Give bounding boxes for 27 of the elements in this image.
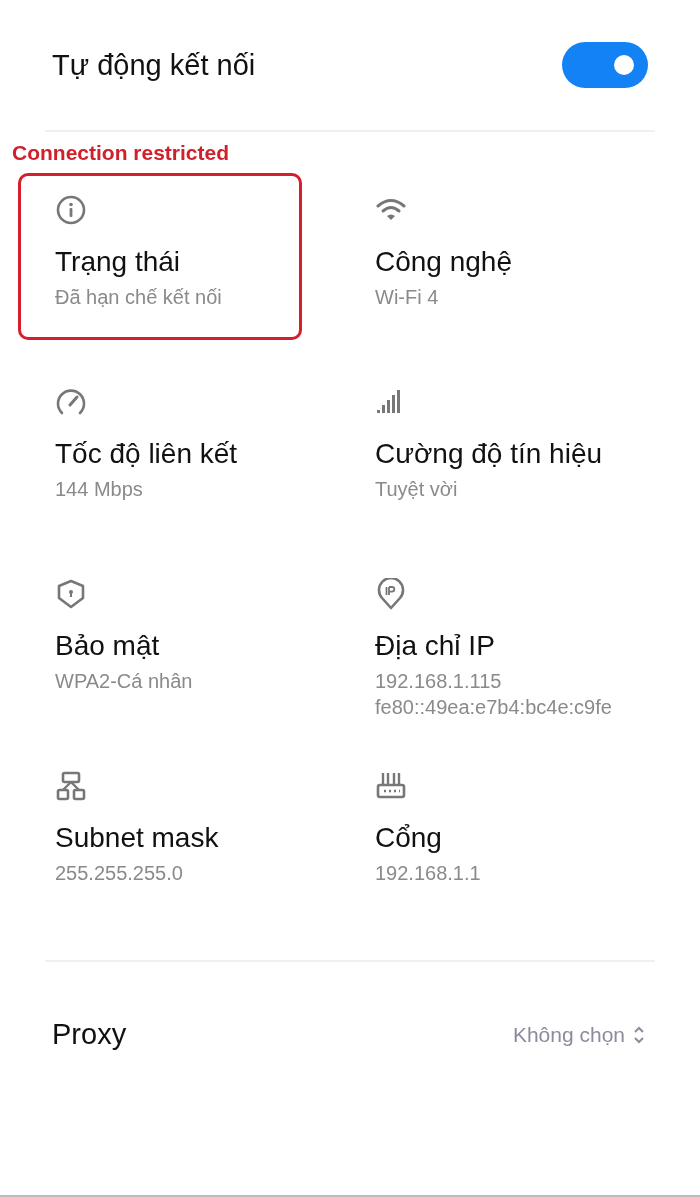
detail-title: Subnet mask bbox=[55, 821, 220, 855]
info-icon bbox=[55, 194, 87, 226]
detail-value: 255.255.255.0 bbox=[55, 861, 184, 886]
setting-label: Proxy bbox=[52, 1018, 127, 1051]
shield-icon bbox=[55, 578, 87, 610]
up-down-chevron-icon bbox=[633, 1024, 645, 1045]
detail-title: Tốc độ liên kết bbox=[55, 437, 239, 471]
detail-title: Cổng bbox=[375, 821, 443, 855]
detail-title: Công nghệ bbox=[375, 245, 513, 279]
setting-label: Tự động kết nối bbox=[52, 48, 256, 82]
detail-title: Trạng thái bbox=[55, 245, 182, 279]
proxy-dropdown[interactable]: Không chọn bbox=[512, 1022, 645, 1047]
detail-value: 192.168.1.115 bbox=[375, 669, 503, 694]
detail-value: WPA2-Cá nhân bbox=[55, 669, 194, 694]
detail-title: Địa chỉ IP bbox=[375, 629, 496, 663]
toggle-switch[interactable] bbox=[562, 42, 648, 88]
location-pin-icon bbox=[375, 578, 407, 610]
annotation-label: Connection restricted bbox=[12, 140, 231, 166]
detail-value: Wi-Fi 4 bbox=[375, 285, 440, 310]
detail-value: 144 Mbps bbox=[55, 477, 144, 502]
detail-value: Tuyệt vời bbox=[375, 477, 459, 502]
detail-title: Cường độ tín hiệu bbox=[375, 437, 604, 471]
detail-value: fe80::49ea:e7b4:bc4e:c9fe bbox=[375, 695, 613, 720]
detail-title: Bảo mật bbox=[55, 629, 161, 663]
detail-value: Đã hạn chế kết nối bbox=[55, 285, 223, 310]
detail-value: 192.168.1.1 bbox=[375, 861, 482, 886]
network-diagram-icon bbox=[55, 770, 87, 802]
